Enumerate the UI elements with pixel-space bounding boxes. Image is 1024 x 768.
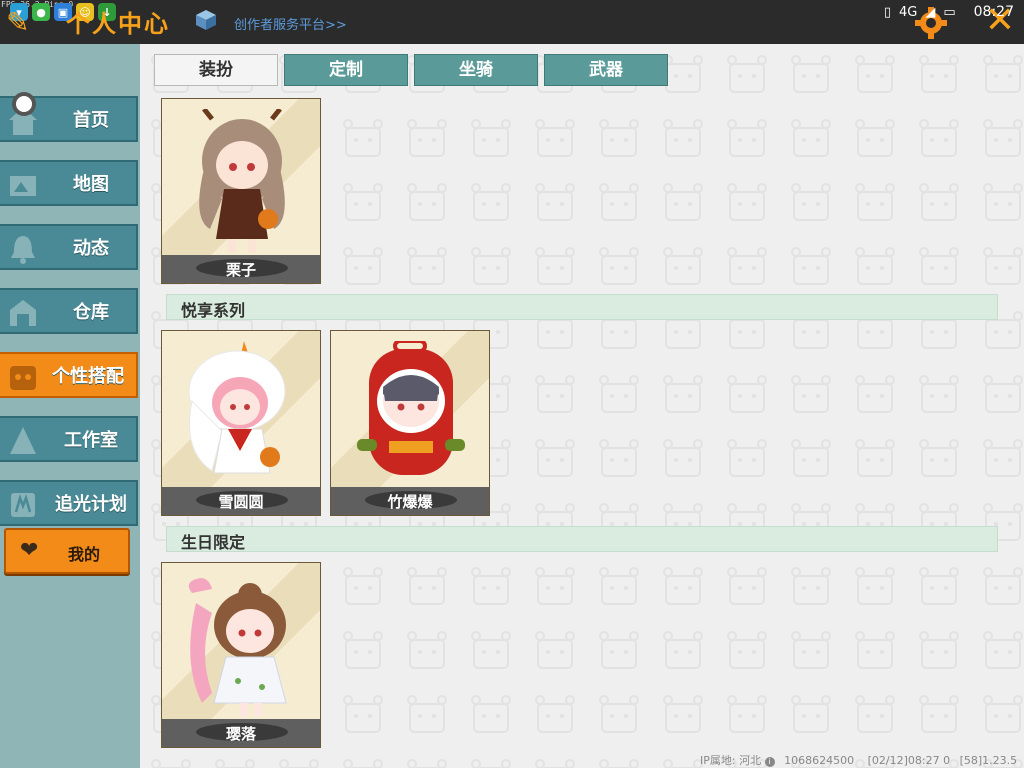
plan-icon (11, 493, 35, 517)
battery-icon: ▭ (943, 4, 956, 20)
mine-button[interactable]: ❤ 我的 (4, 528, 130, 574)
mine-button-label: 我的 (68, 545, 101, 564)
vibrate-icon: ▯ (883, 4, 891, 20)
character-figure (188, 341, 286, 474)
creator-platform-icon[interactable] (194, 8, 218, 32)
user-id: 1068624500 (784, 754, 855, 767)
sidebar-item-label: 地图 (73, 174, 109, 195)
tab-weapon[interactable]: 武器 (544, 54, 668, 86)
tab-mount[interactable]: 坐骑 (414, 54, 538, 86)
sidebar-item-label: 仓库 (73, 302, 109, 323)
sidebar-item-warehouse[interactable]: 仓库 (0, 288, 138, 334)
signal-icon: ◢ (925, 4, 936, 20)
timestamp: [02/12]08:27 0 (867, 754, 951, 767)
character-figure (357, 341, 465, 475)
sidebar-item-outfit[interactable]: 个性搭配 (0, 352, 138, 398)
main-content: 装扮 定制 坐骑 武器 栗子 悦享系列 雪圆圆 竹爆爆 生日限定 璎落 (140, 44, 1024, 768)
skin-card-zhubaobao[interactable]: 竹爆爆 (330, 330, 490, 516)
skin-name: 璎落 (225, 725, 256, 743)
tab-custom[interactable]: 定制 (284, 54, 408, 86)
ip-location: IP属地: 河北 (700, 754, 762, 767)
character-figure (199, 109, 285, 253)
section-title: 悦享系列 (181, 301, 246, 320)
network-indicator: 4G (898, 4, 918, 20)
skin-card-yingluo[interactable]: 璎落 (161, 562, 321, 748)
footer-info: IP属地: 河北 i 1068624500 [02/12]08:27 0 [58… (700, 752, 1017, 768)
warehouse-icon (10, 300, 36, 326)
sidebar-item-label: 追光计划 (55, 494, 127, 515)
top-bar: FPS 36.2 Ping 0 ▾ ● ▣ ☺ ↓ ✎ 个人中心 创作者服务平台… (0, 0, 1024, 44)
sidebar: 首页 地图 动态 仓库 个性搭配 工作室 追光计划 ❤ 我的 (0, 44, 140, 768)
skin-card-lizi[interactable]: 栗子 (161, 98, 321, 284)
sidebar-item-label: 工作室 (64, 430, 118, 451)
back-icon[interactable]: ✎ (6, 8, 36, 38)
skin-name: 栗子 (225, 261, 256, 279)
float-toggle-button[interactable] (12, 92, 36, 116)
map-icon (10, 176, 36, 196)
heart-icon: ❤ (20, 538, 39, 563)
page-title: 个人中心 (66, 10, 170, 38)
tab-dressup[interactable]: 装扮 (154, 54, 278, 86)
sidebar-item-plan[interactable]: 追光计划 (0, 480, 138, 526)
studio-icon (10, 427, 36, 454)
info-icon[interactable]: i (764, 757, 775, 767)
creator-platform-link[interactable]: 创作者服务平台>> (234, 14, 347, 33)
outfit-icon (10, 366, 36, 390)
bell-icon (11, 236, 35, 264)
sidebar-item-label: 首页 (73, 110, 109, 131)
sidebar-item-label: 个性搭配 (52, 366, 124, 387)
skin-card-xueyuanyuan[interactable]: 雪圆圆 (161, 330, 321, 516)
section-header-yuexiang: 悦享系列 (166, 294, 998, 320)
clock: 08:27 (973, 4, 1014, 20)
skin-name: 竹爆爆 (387, 493, 433, 511)
skin-name: 雪圆圆 (218, 493, 264, 511)
sidebar-item-studio[interactable]: 工作室 (0, 416, 138, 462)
character-figure (188, 578, 287, 717)
section-title: 生日限定 (181, 533, 246, 552)
category-tabs: 装扮 定制 坐骑 武器 (154, 54, 668, 86)
section-header-birthday: 生日限定 (166, 526, 998, 552)
version: [58]1.23.5 (959, 754, 1018, 767)
system-status: ▯ 4G ◢ ▭ 08:27 (884, 4, 1014, 20)
sidebar-item-activity[interactable]: 动态 (0, 224, 138, 270)
sidebar-item-map[interactable]: 地图 (0, 160, 138, 206)
sidebar-item-label: 动态 (73, 238, 109, 259)
